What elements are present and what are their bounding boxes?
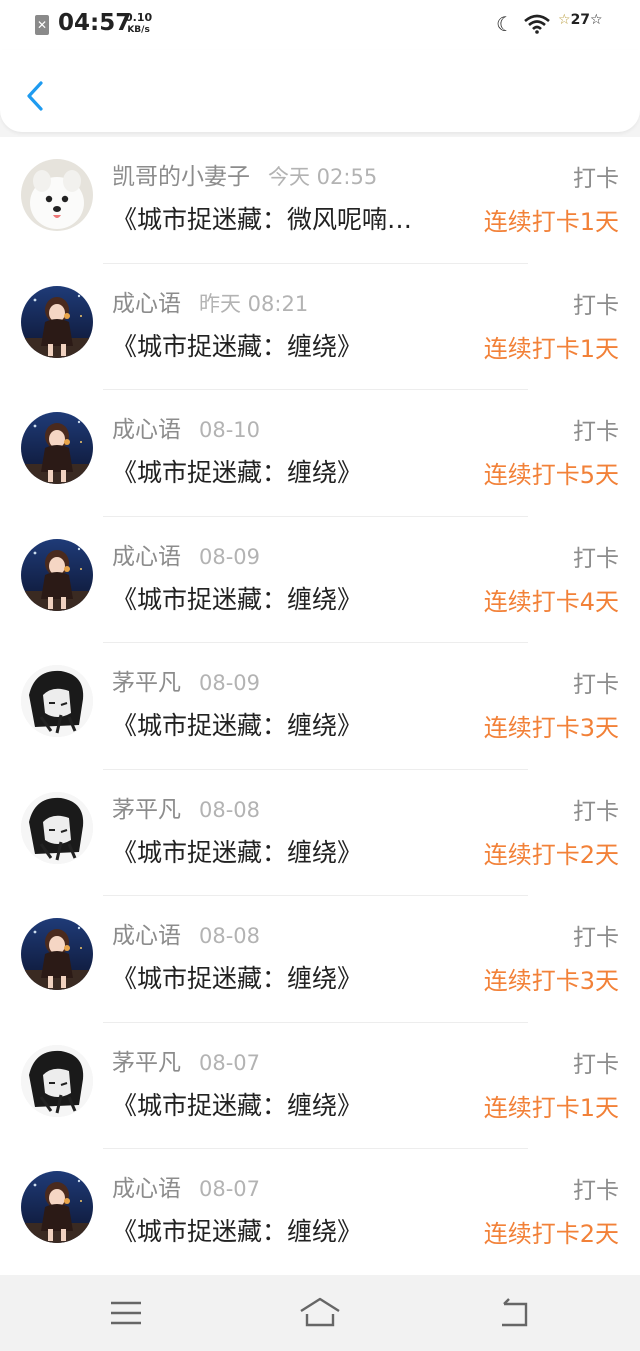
list-item[interactable]: 成心语 昨天 08:21 打卡 《城市捉迷藏：缠绕》 连续打卡1天 (0, 264, 640, 390)
avatar[interactable] (21, 665, 93, 737)
battery-level: 27 (570, 12, 591, 28)
list-item[interactable]: 成心语 08-07 打卡 《城市捉迷藏：缠绕》 连续打卡2天 (0, 1149, 640, 1276)
book-title[interactable]: 《城市捉迷藏：缠绕》 (112, 453, 464, 489)
list-item[interactable]: 茅平凡 08-09 打卡 《城市捉迷藏：缠绕》 连续打卡3天 (0, 643, 640, 770)
book-title[interactable]: 《城市捉迷藏：缠绕》 (112, 580, 464, 616)
book-title[interactable]: 《城市捉迷藏：缠绕》 (112, 706, 464, 742)
user-name[interactable]: 茅平凡 (112, 1043, 181, 1077)
user-name[interactable]: 成心语 (112, 284, 181, 318)
avatar[interactable] (21, 791, 93, 864)
status-time: 04:57 (58, 10, 132, 36)
avatar[interactable] (21, 412, 93, 484)
action-label: 打卡 (573, 545, 619, 572)
user-info: 成心语 08-10 (112, 410, 260, 444)
book-title[interactable]: 《城市捉迷藏：缠绕》 (112, 959, 464, 995)
avatar[interactable] (21, 1171, 93, 1243)
avatar[interactable] (21, 159, 93, 231)
user-info: 成心语 08-07 (112, 1169, 260, 1203)
do-not-disturb-icon: ☾ (496, 12, 514, 36)
streak-badge: 连续打卡2天 (483, 1220, 619, 1248)
system-nav-bar (0, 1275, 640, 1351)
book-title[interactable]: 《城市捉迷藏：缠绕》 (112, 1212, 464, 1248)
battery-indicator: ☆27☆ (558, 12, 603, 28)
user-name[interactable]: 成心语 (112, 537, 181, 571)
user-info: 茅平凡 08-08 (112, 790, 260, 824)
streak-badge: 连续打卡1天 (483, 334, 619, 363)
book-title[interactable]: 《城市捉迷藏：缠绕》 (112, 833, 464, 869)
list-item[interactable]: 成心语 08-10 打卡 《城市捉迷藏：缠绕》 连续打卡5天 (0, 390, 640, 517)
network-speed: 0.10 KB/s (125, 12, 152, 36)
star-icon: ☆ (558, 12, 571, 28)
list-item[interactable]: 茅平凡 08-07 打卡 《城市捉迷藏：缠绕》 连续打卡1天 (0, 1023, 640, 1149)
user-name[interactable]: 成心语 (112, 1169, 181, 1203)
list-item[interactable]: 成心语 08-08 打卡 《城市捉迷藏：缠绕》 连续打卡3天 (0, 896, 640, 1023)
network-speed-unit: KB/s (127, 25, 150, 35)
streak-badge: 连续打卡5天 (483, 461, 619, 489)
action-label: 打卡 (573, 166, 619, 192)
menu-icon[interactable] (106, 1295, 146, 1331)
user-info: 成心语 昨天 08:21 (112, 284, 308, 318)
post-time: 08-08 (199, 924, 261, 948)
post-time: 08-08 (199, 797, 261, 822)
list-item[interactable]: 成心语 08-09 打卡 《城市捉迷藏：缠绕》 连续打卡4天 (0, 517, 640, 643)
user-info: 成心语 08-08 (112, 916, 260, 950)
action-label: 打卡 (573, 1178, 619, 1204)
chevron-left-icon[interactable] (22, 78, 50, 114)
avatar[interactable] (21, 1044, 93, 1117)
user-info: 凯哥的小妻子 今天 02:55 (112, 157, 377, 191)
wifi-icon (524, 14, 550, 34)
page-header (0, 50, 640, 132)
user-name[interactable]: 成心语 (112, 916, 181, 950)
back-arrow-icon[interactable] (496, 1295, 536, 1331)
user-info: 茅平凡 08-07 (112, 1043, 260, 1077)
action-label: 打卡 (573, 292, 619, 319)
no-sim-icon: ✕ (35, 15, 49, 35)
user-name[interactable]: 成心语 (112, 410, 181, 444)
streak-badge: 连续打卡4天 (483, 587, 619, 616)
post-time: 08-09 (199, 544, 261, 569)
list-item[interactable]: 茅平凡 08-08 打卡 《城市捉迷藏：缠绕》 连续打卡2天 (0, 770, 640, 896)
user-name[interactable]: 茅平凡 (112, 790, 181, 824)
star-outline-icon: ☆ (590, 12, 603, 28)
post-time: 08-10 (199, 418, 261, 442)
user-name[interactable]: 凯哥的小妻子 (112, 157, 250, 191)
streak-badge: 连续打卡1天 (483, 1093, 619, 1122)
action-label: 打卡 (573, 1051, 619, 1078)
streak-badge: 连续打卡3天 (483, 967, 619, 995)
post-time: 08-07 (199, 1050, 261, 1075)
streak-badge: 连续打卡2天 (483, 840, 619, 869)
list-item[interactable]: 凯哥的小妻子 今天 02:55 打卡 《城市捉迷藏：微风呢喃… 连续打卡1天 (0, 137, 640, 264)
streak-badge: 连续打卡1天 (483, 208, 619, 236)
post-time: 今天 02:55 (268, 165, 378, 189)
action-label: 打卡 (573, 925, 619, 951)
home-icon[interactable] (298, 1295, 342, 1331)
user-info: 成心语 08-09 (112, 537, 260, 571)
action-label: 打卡 (573, 798, 619, 825)
book-title[interactable]: 《城市捉迷藏：缠绕》 (112, 327, 464, 363)
avatar[interactable] (21, 918, 93, 990)
post-time: 昨天 08:21 (199, 291, 309, 316)
network-speed-value: 0.10 (125, 11, 153, 24)
action-label: 打卡 (573, 419, 619, 445)
book-title[interactable]: 《城市捉迷藏：缠绕》 (112, 1086, 464, 1122)
streak-badge: 连续打卡3天 (483, 714, 619, 742)
avatar[interactable] (21, 538, 93, 611)
user-name[interactable]: 茅平凡 (112, 663, 181, 697)
action-label: 打卡 (573, 672, 619, 698)
post-time: 08-09 (199, 671, 261, 695)
avatar[interactable] (21, 285, 93, 358)
user-info: 茅平凡 08-09 (112, 663, 260, 697)
book-title[interactable]: 《城市捉迷藏：微风呢喃… (112, 200, 464, 236)
checkin-list: 凯哥的小妻子 今天 02:55 打卡 《城市捉迷藏：微风呢喃… 连续打卡1天 成… (0, 137, 640, 1276)
status-bar: ✕ 04:57 0.10 KB/s ☾ ☆27☆ (0, 0, 640, 50)
post-time: 08-07 (199, 1177, 261, 1201)
